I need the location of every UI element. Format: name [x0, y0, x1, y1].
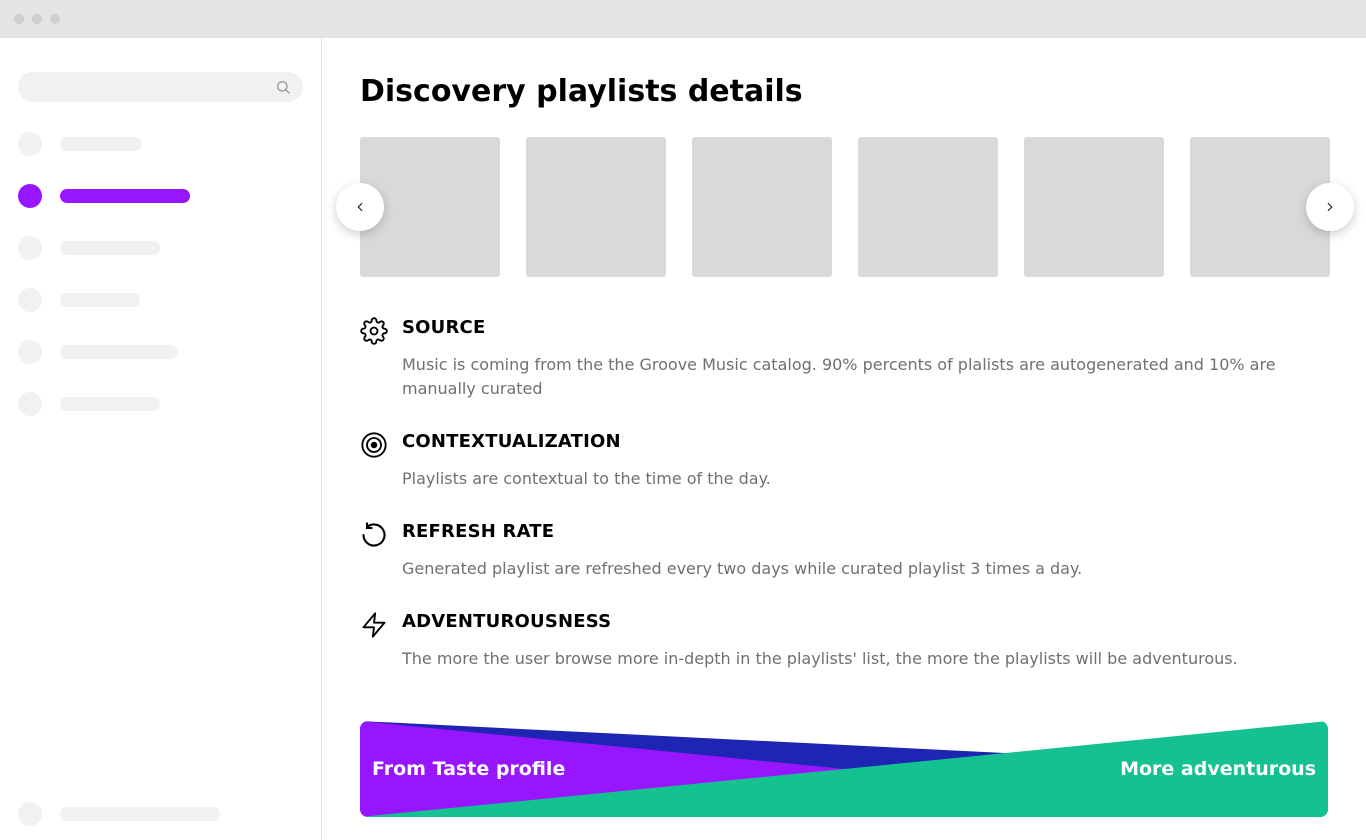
section-title: CONTEXTUALIZATION	[402, 431, 621, 452]
window-dot	[14, 14, 24, 24]
sidebar-item-bullet	[18, 132, 42, 156]
section-description: Generated playlist are refreshed every t…	[402, 557, 1328, 581]
sidebar-item-label-skeleton	[60, 137, 142, 151]
sidebar-bottom-label-skeleton	[60, 807, 220, 821]
carousel-prev-button[interactable]	[336, 183, 384, 231]
target-icon	[360, 431, 388, 459]
search-input[interactable]	[18, 72, 303, 102]
sidebar-item-label-skeleton	[60, 241, 160, 255]
playlist-card[interactable]	[858, 137, 998, 277]
main-content: Discovery playlists details	[322, 38, 1366, 840]
sidebar-bottom-bullet	[18, 802, 42, 826]
section-title: REFRESH RATE	[402, 521, 554, 542]
sidebar-item-bullet	[18, 288, 42, 312]
sidebar-item[interactable]	[18, 340, 303, 364]
sidebar-item-label-skeleton	[60, 397, 160, 411]
sidebar-item-bullet	[18, 340, 42, 364]
gear-icon	[360, 317, 388, 345]
section-description: Playlists are contextual to the time of …	[402, 467, 1328, 491]
sidebar-item[interactable]	[18, 392, 303, 416]
sidebar	[0, 38, 322, 840]
adventurousness-right-label: More adventurous	[1120, 758, 1316, 780]
playlist-card[interactable]	[692, 137, 832, 277]
playlist-card[interactable]	[1024, 137, 1164, 277]
lightning-icon	[360, 611, 388, 639]
section-source: SOURCE Music is coming from the the Groo…	[360, 317, 1328, 401]
refresh-icon	[360, 521, 388, 549]
sidebar-item-active[interactable]	[18, 184, 303, 208]
section-refresh-rate: REFRESH RATE Generated playlist are refr…	[360, 521, 1328, 581]
sidebar-item-label-skeleton	[60, 293, 140, 307]
window-dot	[50, 14, 60, 24]
carousel-track	[360, 137, 1366, 277]
sidebar-item[interactable]	[18, 288, 303, 312]
playlist-card[interactable]	[526, 137, 666, 277]
window-titlebar	[0, 0, 1366, 38]
chevron-right-icon	[1323, 200, 1337, 214]
chevron-left-icon	[353, 200, 367, 214]
sidebar-item-bullet	[18, 184, 42, 208]
section-contextualization: CONTEXTUALIZATION Playlists are contextu…	[360, 431, 1328, 491]
section-title: ADVENTUROUSNESS	[402, 611, 611, 632]
sidebar-bottom-item[interactable]	[18, 802, 303, 826]
playlist-carousel	[360, 137, 1366, 277]
section-title: SOURCE	[402, 317, 485, 338]
section-adventurousness: ADVENTUROUSNESS The more the user browse…	[360, 611, 1328, 671]
window-dot	[32, 14, 42, 24]
sidebar-item[interactable]	[18, 132, 303, 156]
sidebar-item-label-skeleton	[60, 189, 190, 203]
carousel-next-button[interactable]	[1306, 183, 1354, 231]
page-title: Discovery playlists details	[360, 74, 1366, 109]
search-icon	[275, 79, 291, 95]
adventurousness-bar: From Taste profile More adventurous	[360, 721, 1328, 817]
section-description: Music is coming from the the Groove Musi…	[402, 353, 1328, 401]
adventurousness-left-label: From Taste profile	[372, 758, 565, 780]
sidebar-nav-list	[18, 132, 303, 416]
sidebar-item-label-skeleton	[60, 345, 178, 359]
section-description: The more the user browse more in-depth i…	[402, 647, 1328, 671]
sidebar-item-bullet	[18, 236, 42, 260]
sidebar-item[interactable]	[18, 236, 303, 260]
sidebar-item-bullet	[18, 392, 42, 416]
